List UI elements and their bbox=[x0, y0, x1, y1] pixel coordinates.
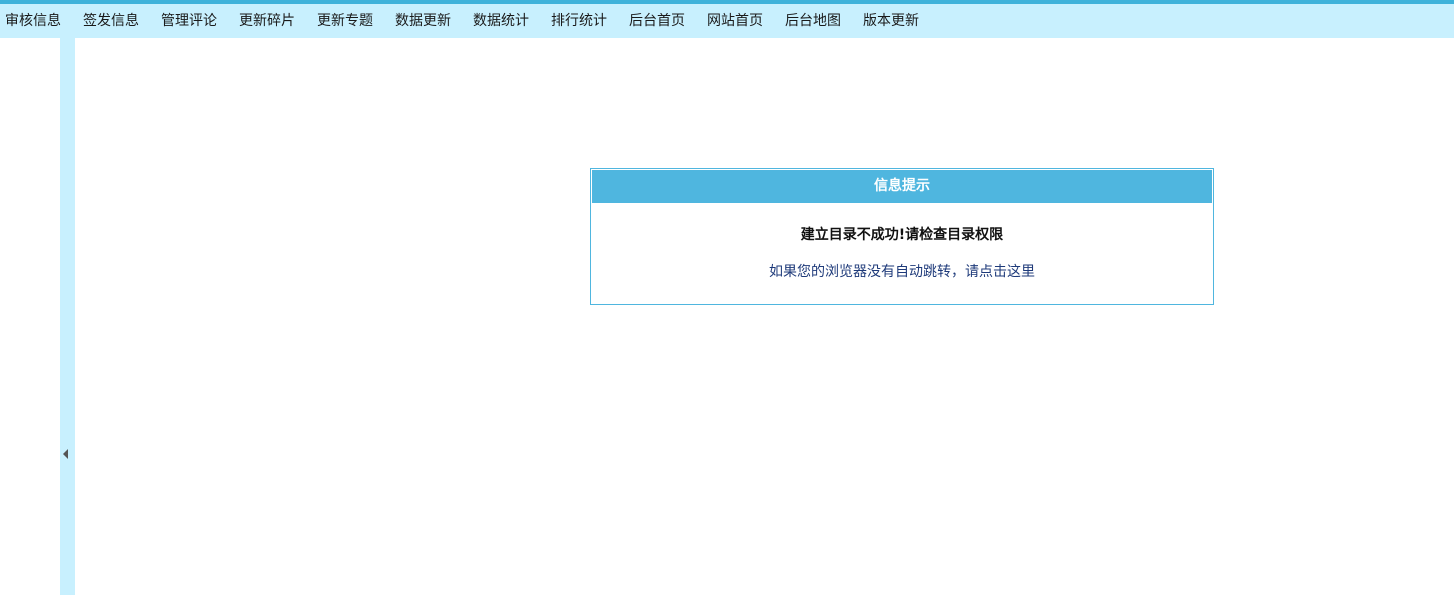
nav-item-ranking-stats[interactable]: 排行统计 bbox=[551, 4, 607, 38]
nav-item-data-update[interactable]: 数据更新 bbox=[395, 4, 451, 38]
nav-item-site-home[interactable]: 网站首页 bbox=[707, 4, 763, 38]
nav-item-topics[interactable]: 更新专题 bbox=[317, 4, 373, 38]
top-nav: 审核信息 签发信息 管理评论 更新碎片 更新专题 数据更新 数据统计 排行统计 … bbox=[0, 4, 1454, 38]
main-content: 信息提示 建立目录不成功!请检查目录权限 如果您的浏览器没有自动跳转，请点击这里 bbox=[75, 38, 1454, 595]
nav-item-review[interactable]: 审核信息 bbox=[5, 4, 61, 38]
message-box-title: 信息提示 bbox=[592, 170, 1212, 203]
nav-item-version-update[interactable]: 版本更新 bbox=[863, 4, 919, 38]
message-box: 信息提示 建立目录不成功!请检查目录权限 如果您的浏览器没有自动跳转，请点击这里 bbox=[590, 168, 1214, 305]
redirect-link[interactable]: 如果您的浏览器没有自动跳转，请点击这里 bbox=[591, 263, 1213, 281]
caret-left-icon[interactable] bbox=[63, 449, 68, 459]
left-sidebar bbox=[0, 38, 60, 595]
nav-item-fragments[interactable]: 更新碎片 bbox=[239, 4, 295, 38]
nav-item-admin-map[interactable]: 后台地图 bbox=[785, 4, 841, 38]
nav-item-data-stats[interactable]: 数据统计 bbox=[473, 4, 529, 38]
nav-item-admin-home[interactable]: 后台首页 bbox=[629, 4, 685, 38]
nav-item-comments[interactable]: 管理评论 bbox=[161, 4, 217, 38]
nav-item-publish[interactable]: 签发信息 bbox=[83, 4, 139, 38]
error-message: 建立目录不成功!请检查目录权限 bbox=[800, 227, 1004, 243]
sidebar-toggle-splitter[interactable] bbox=[60, 38, 75, 595]
